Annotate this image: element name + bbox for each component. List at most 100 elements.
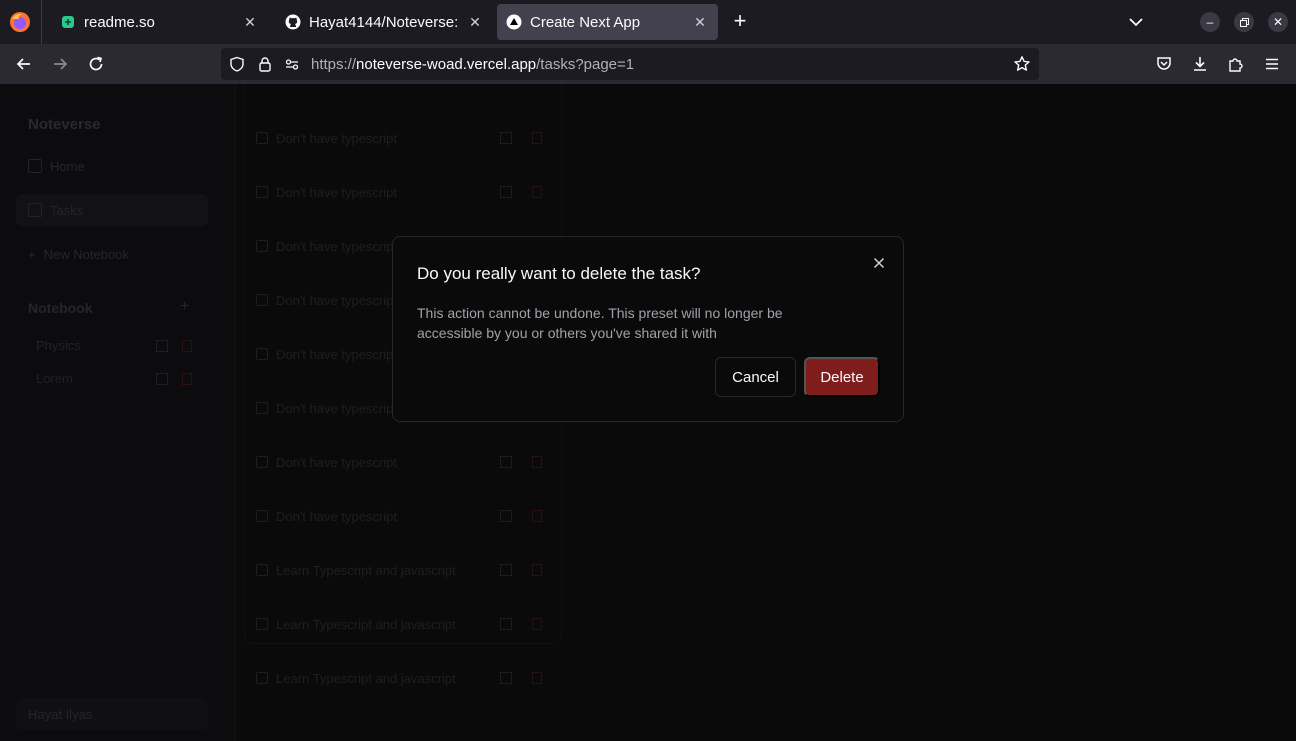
task-row[interactable]: Learn Typescript and javascript xyxy=(256,558,546,582)
lock-icon[interactable] xyxy=(256,55,274,73)
delete-task-icon[interactable] xyxy=(532,618,542,630)
task-checkbox[interactable] xyxy=(256,510,268,522)
task-checkbox[interactable] xyxy=(256,402,268,414)
tab-title: Create Next App xyxy=(530,13,641,31)
task-checkbox[interactable] xyxy=(256,564,268,576)
plus-icon: + xyxy=(28,246,36,262)
url-text[interactable]: https://noteverse-woad.vercel.app/tasks?… xyxy=(311,56,634,73)
url-scheme: https:// xyxy=(311,56,357,73)
browser-tab-bar: readme.so ✕ Hayat4144/Noteverse: N ✕ Cre… xyxy=(0,0,1296,44)
sidebar-item-home[interactable]: Home xyxy=(16,150,208,182)
task-row[interactable]: Don't have typescript xyxy=(256,504,546,528)
edit-task-icon[interactable] xyxy=(500,456,512,468)
url-host: noteverse-woad.vercel.app xyxy=(356,56,537,73)
sidebar-item-new-notebook[interactable]: + New Notebook xyxy=(16,238,208,270)
bookmark-star-icon[interactable] xyxy=(1013,55,1031,73)
sidebar: Noteverse Home Tasks + New Notebook Note… xyxy=(0,84,236,741)
downloads-icon[interactable] xyxy=(1188,52,1212,76)
task-title: Don't have typescript xyxy=(276,130,397,146)
task-checkbox[interactable] xyxy=(256,618,268,630)
tab-readme[interactable]: readme.so ✕ xyxy=(46,4,268,40)
task-row[interactable]: Learn Typescript and javascript xyxy=(256,666,546,690)
edit-task-icon[interactable] xyxy=(500,672,512,684)
cancel-button[interactable]: Cancel xyxy=(715,357,796,397)
task-checkbox[interactable] xyxy=(256,456,268,468)
delete-task-icon[interactable] xyxy=(532,186,542,198)
browser-nav-bar: https://noteverse-woad.vercel.app/tasks?… xyxy=(0,44,1296,84)
task-row[interactable]: Don't have typescript xyxy=(256,126,546,150)
task-checkbox[interactable] xyxy=(256,294,268,306)
delete-notebook-icon[interactable] xyxy=(182,340,192,352)
task-title: Learn Typescript and javascript xyxy=(276,616,456,632)
task-title: Learn Typescript and javascript xyxy=(276,562,456,578)
tasks-icon xyxy=(28,203,42,217)
task-row[interactable]: Don't have typescript xyxy=(256,450,546,474)
close-tab-icon[interactable]: ✕ xyxy=(238,10,262,34)
sidebar-item-tasks[interactable]: Tasks xyxy=(16,194,208,226)
sidebar-item-label: Home xyxy=(50,158,85,174)
edit-notebook-icon[interactable] xyxy=(156,373,168,385)
list-all-tabs-chevron-down-icon[interactable] xyxy=(1124,10,1148,34)
delete-notebook-icon[interactable] xyxy=(182,373,192,385)
new-tab-plus-icon[interactable]: + xyxy=(728,10,752,34)
nextjs-icon xyxy=(506,14,522,30)
hamburger-menu-icon[interactable] xyxy=(1260,52,1284,76)
tracking-protection-shield-icon[interactable] xyxy=(228,55,246,73)
restore-icon[interactable] xyxy=(1234,12,1254,32)
task-checkbox[interactable] xyxy=(256,186,268,198)
firefox-logo-icon[interactable] xyxy=(8,10,32,34)
delete-task-icon[interactable] xyxy=(532,510,542,522)
extensions-puzzle-icon[interactable] xyxy=(1224,52,1248,76)
reload-icon[interactable] xyxy=(84,52,108,76)
tab-title: readme.so xyxy=(84,13,155,31)
task-checkbox[interactable] xyxy=(256,240,268,252)
close-window-icon[interactable]: ✕ xyxy=(1268,12,1288,32)
tab-github[interactable]: Hayat4144/Noteverse: N ✕ xyxy=(271,4,493,40)
permissions-icon[interactable] xyxy=(283,55,301,73)
minimize-icon[interactable]: – xyxy=(1200,12,1220,32)
close-tab-icon[interactable]: ✕ xyxy=(688,10,712,34)
forward-arrow-icon[interactable] xyxy=(48,52,72,76)
edit-task-icon[interactable] xyxy=(500,618,512,630)
user-profile-button[interactable]: Hayat Ilyas xyxy=(16,698,208,730)
delete-button[interactable]: Delete xyxy=(804,357,880,397)
notebooks-heading: Notebook xyxy=(28,300,93,316)
sidebar-item-label: Tasks xyxy=(50,202,84,218)
delete-task-icon[interactable] xyxy=(532,456,542,468)
task-title: Don't have typescript xyxy=(276,454,397,470)
task-checkbox[interactable] xyxy=(256,672,268,684)
notebook-item-physics[interactable]: Physics xyxy=(36,338,81,353)
task-checkbox[interactable] xyxy=(256,132,268,144)
address-bar[interactable]: https://noteverse-woad.vercel.app/tasks?… xyxy=(221,48,1039,80)
sidebar-item-label: New Notebook xyxy=(43,246,129,262)
delete-task-icon[interactable] xyxy=(532,564,542,576)
delete-task-icon[interactable] xyxy=(532,132,542,144)
edit-task-icon[interactable] xyxy=(500,132,512,144)
edit-task-icon[interactable] xyxy=(500,186,512,198)
pocket-icon[interactable] xyxy=(1152,52,1176,76)
close-dialog-icon[interactable] xyxy=(869,253,889,273)
tab-separator xyxy=(41,0,42,44)
tab-title: Hayat4144/Noteverse: N xyxy=(309,13,463,31)
task-row[interactable]: Don't have typescript xyxy=(256,180,546,204)
task-row[interactable]: Learn Typescript and javascript xyxy=(256,612,546,636)
task-title: Don't have typescript xyxy=(276,508,397,524)
readme-icon xyxy=(60,14,76,30)
task-checkbox[interactable] xyxy=(256,348,268,360)
notebook-item-lorem[interactable]: Lorem xyxy=(36,371,73,386)
delete-task-dialog: Do you really want to delete the task? T… xyxy=(392,236,904,422)
edit-task-icon[interactable] xyxy=(500,564,512,576)
add-notebook-plus-icon[interactable]: + xyxy=(180,298,189,316)
delete-task-icon[interactable] xyxy=(532,672,542,684)
tab-create-next-app[interactable]: Create Next App ✕ xyxy=(497,4,718,40)
url-path: /tasks?page=1 xyxy=(536,56,635,73)
edit-task-icon[interactable] xyxy=(500,510,512,522)
dialog-description: This action cannot be undone. This prese… xyxy=(417,305,783,341)
task-title: Learn Typescript and javascript xyxy=(276,670,456,686)
close-tab-icon[interactable]: ✕ xyxy=(463,10,487,34)
github-icon xyxy=(285,14,301,30)
task-title: Don't have typescript xyxy=(276,184,397,200)
back-arrow-icon[interactable] xyxy=(12,52,36,76)
brand-title: Noteverse xyxy=(28,116,101,133)
edit-notebook-icon[interactable] xyxy=(156,340,168,352)
